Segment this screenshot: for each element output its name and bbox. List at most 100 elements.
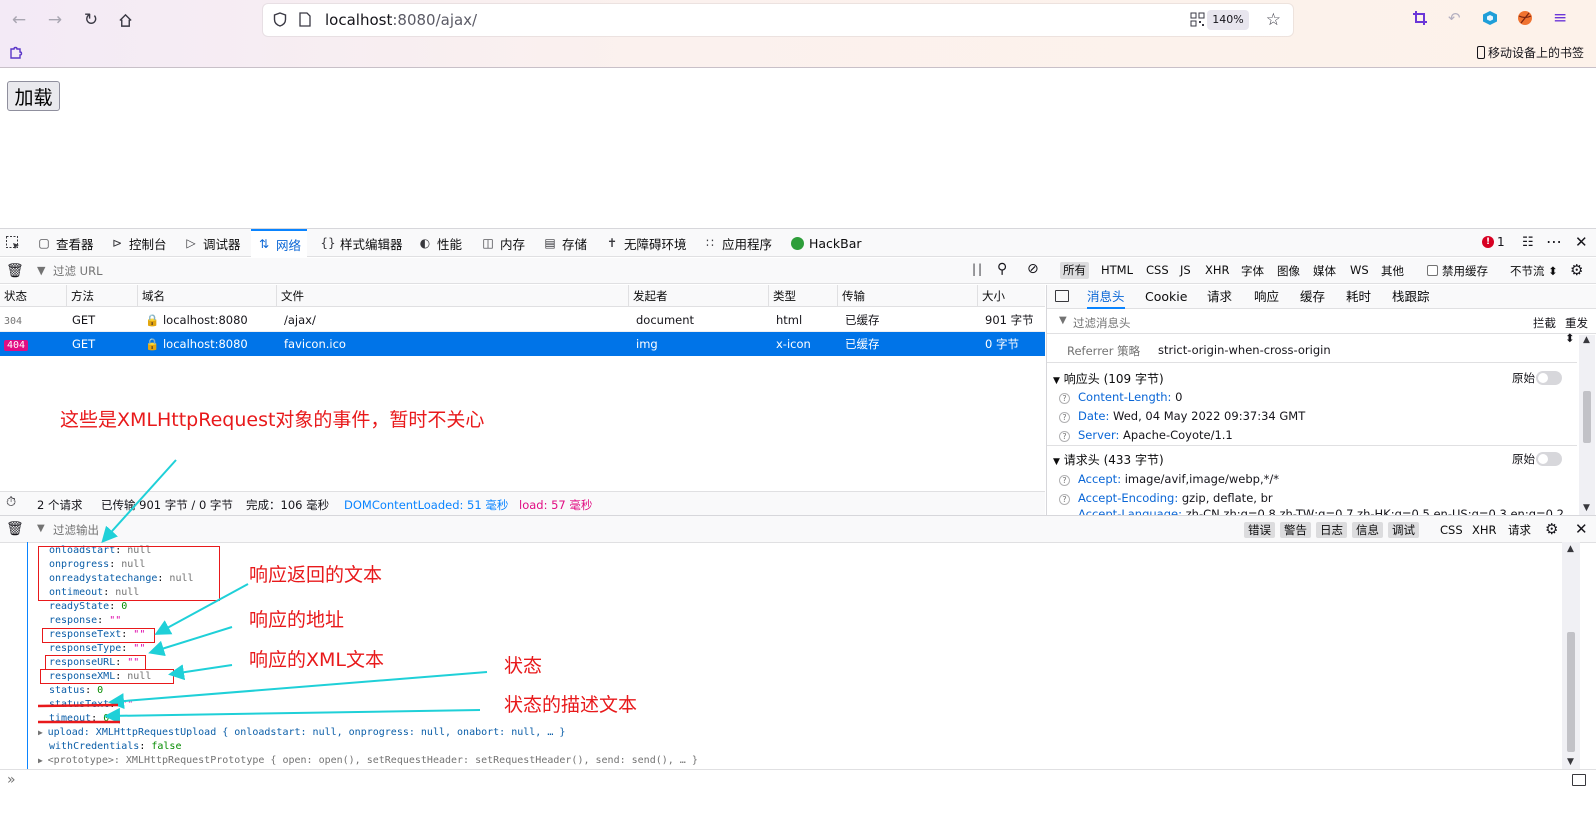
reload-icon[interactable]: ↻ <box>79 8 103 32</box>
tab-inspector[interactable]: ▢ 查看器 <box>37 229 93 257</box>
type-filter-all[interactable]: 所有 <box>1060 262 1089 279</box>
expand-triangle-icon[interactable]: ▶ <box>38 728 48 737</box>
expand-triangle-icon[interactable]: ▶ <box>38 756 48 765</box>
tab-storage[interactable]: ▤ 存储 <box>543 229 587 257</box>
type-filter-other[interactable]: 其他 <box>1381 263 1404 279</box>
back-icon[interactable]: ← <box>7 8 31 32</box>
filter-debug[interactable]: 调试 <box>1388 522 1419 538</box>
type-filter-font[interactable]: 字体 <box>1241 263 1264 279</box>
close-devtools-icon[interactable]: ✕ <box>1575 233 1588 251</box>
scroll-up-icon[interactable]: ▲ <box>1583 335 1590 345</box>
request-headers-toggle[interactable]: ▼ 请求头 (433 字节) <box>1053 451 1164 468</box>
response-headers-toggle[interactable]: ▼ 响应头 (109 字节) <box>1053 370 1164 387</box>
help-icon[interactable]: ? <box>1059 475 1070 486</box>
help-icon[interactable]: ? <box>1059 431 1070 442</box>
scrollbar-thumb[interactable] <box>1583 391 1591 443</box>
editor-mode-icon[interactable] <box>1572 774 1586 786</box>
col-file[interactable]: 文件 <box>276 285 628 307</box>
table-row-selected[interactable]: 404 GET 🔒 localhost:8080 favicon.ico img… <box>0 332 1045 356</box>
type-filter-ws[interactable]: WS <box>1350 263 1369 277</box>
qr-code-icon[interactable] <box>1190 12 1205 30</box>
responsive-mode-icon[interactable]: ☷ <box>1522 235 1534 250</box>
error-count[interactable]: 1 <box>1497 235 1505 249</box>
filter-css[interactable]: CSS <box>1436 522 1467 538</box>
filter-warnings[interactable]: 警告 <box>1280 522 1311 538</box>
menu-hamburger-icon[interactable]: ≡ <box>1553 8 1567 28</box>
network-settings-gear-icon[interactable]: ⚙ <box>1570 261 1583 279</box>
undo-icon[interactable]: ↶ <box>1448 9 1461 27</box>
console-scrollbar[interactable]: ▲ ▼ <box>1562 542 1580 769</box>
extension-cube-icon[interactable] <box>1482 10 1498 29</box>
tab-cookie[interactable]: Cookie <box>1145 285 1187 309</box>
url-filter-input[interactable]: 过滤 URL <box>53 263 102 279</box>
type-filter-js[interactable]: JS <box>1180 263 1191 277</box>
col-type[interactable]: 类型 <box>768 285 837 307</box>
type-filter-xhr[interactable]: XHR <box>1205 263 1230 277</box>
raw-toggle[interactable] <box>1536 371 1562 385</box>
col-method[interactable]: 方法 <box>66 285 137 307</box>
extension-ball-icon[interactable] <box>1517 10 1533 29</box>
prototype-object-line[interactable]: ▶ <prototype>: XMLHttpRequestPrototype {… <box>38 754 698 768</box>
console-filter-input[interactable]: 过滤输出 <box>53 522 99 538</box>
tab-console[interactable]: ⊳ 控制台 <box>110 229 167 257</box>
url-text[interactable]: localhost:8080/ajax/ <box>325 11 477 29</box>
clear-console-trash-icon[interactable]: 🗑 <box>6 521 24 537</box>
more-options-icon[interactable]: ⋯ <box>1546 232 1562 251</box>
help-icon[interactable] <box>1059 507 1070 515</box>
type-filter-html[interactable]: HTML <box>1101 263 1133 277</box>
error-icon[interactable]: ! <box>1482 236 1494 248</box>
filter-info[interactable]: 信息 <box>1352 522 1383 538</box>
home-icon[interactable] <box>113 8 137 32</box>
extensions-puzzle-icon[interactable] <box>9 45 24 63</box>
tab-debugger[interactable]: ▷ 调试器 <box>184 229 240 257</box>
tab-application[interactable]: ∷ 应用程序 <box>703 229 772 257</box>
type-filter-image[interactable]: 图像 <box>1277 263 1300 279</box>
tab-style-editor[interactable]: {} 样式编辑器 <box>320 229 402 257</box>
search-icon[interactable]: ⚲ <box>997 261 1007 277</box>
col-status[interactable]: 状态 <box>0 285 66 307</box>
col-size[interactable]: 大小 <box>977 285 1045 307</box>
tab-hackbar[interactable]: HackBar <box>790 229 862 257</box>
raw-toggle[interactable] <box>1536 452 1562 466</box>
scroll-down-icon[interactable]: ▼ <box>1583 503 1590 513</box>
console-input-row[interactable]: » <box>0 769 1596 793</box>
shield-icon[interactable] <box>273 12 287 30</box>
console-settings-gear-icon[interactable]: ⚙ <box>1545 520 1558 538</box>
headers-filter-input[interactable]: 过滤消息头 <box>1073 315 1131 331</box>
type-filter-css[interactable]: CSS <box>1146 263 1169 277</box>
screenshot-crop-icon[interactable] <box>1412 10 1428 30</box>
block-icon[interactable]: ⊘ <box>1027 261 1039 277</box>
bookmark-star-icon[interactable]: ☆ <box>1266 10 1281 30</box>
tab-timings[interactable]: 耗时 <box>1346 285 1371 309</box>
help-icon[interactable]: ? <box>1059 494 1070 505</box>
pause-icon[interactable]: || <box>972 262 984 276</box>
forward-icon[interactable]: → <box>43 8 67 32</box>
type-filter-media[interactable]: 媒体 <box>1313 263 1336 279</box>
col-transfer[interactable]: 传输 <box>837 285 977 307</box>
zoom-level[interactable]: 140% <box>1207 10 1249 30</box>
page-info-icon[interactable] <box>299 12 311 30</box>
tab-performance[interactable]: ◐ 性能 <box>418 229 462 257</box>
scroll-up-icon[interactable]: ▲ <box>1567 544 1574 554</box>
help-icon[interactable]: ? <box>1059 393 1070 404</box>
toggle-sidebar-icon[interactable] <box>1055 290 1069 302</box>
upload-object-line[interactable]: ▶ upload: XMLHttpRequestUpload { onloads… <box>38 726 565 740</box>
clear-trash-icon[interactable]: 🗑 <box>6 263 24 279</box>
load-button[interactable]: 加载 <box>7 81 60 111</box>
tab-network[interactable]: ⇅ 网络 <box>251 229 308 257</box>
tab-accessibility[interactable]: ✝ 无障碍环境 <box>605 229 687 257</box>
help-icon[interactable]: ? <box>1059 412 1070 423</box>
block-button[interactable]: 拦截 <box>1533 315 1556 331</box>
tab-response[interactable]: 响应 <box>1254 285 1279 309</box>
filter-requests[interactable]: 请求 <box>1504 522 1535 538</box>
tab-memory[interactable]: ◫ 内存 <box>481 229 525 257</box>
element-picker-icon[interactable] <box>5 235 21 254</box>
disable-cache-checkbox[interactable] <box>1427 265 1438 276</box>
filter-logs[interactable]: 日志 <box>1316 522 1347 538</box>
close-console-icon[interactable]: ✕ <box>1575 520 1588 538</box>
table-row[interactable]: 304 GET 🔒 localhost:8080 /ajax/ document… <box>0 308 1045 332</box>
tab-stack-trace[interactable]: 栈跟踪 <box>1392 285 1430 309</box>
filter-errors[interactable]: 错误 <box>1244 522 1275 538</box>
scroll-down-icon[interactable]: ▼ <box>1567 757 1574 767</box>
headers-scrollbar[interactable]: ▲ ▼ <box>1579 335 1595 515</box>
